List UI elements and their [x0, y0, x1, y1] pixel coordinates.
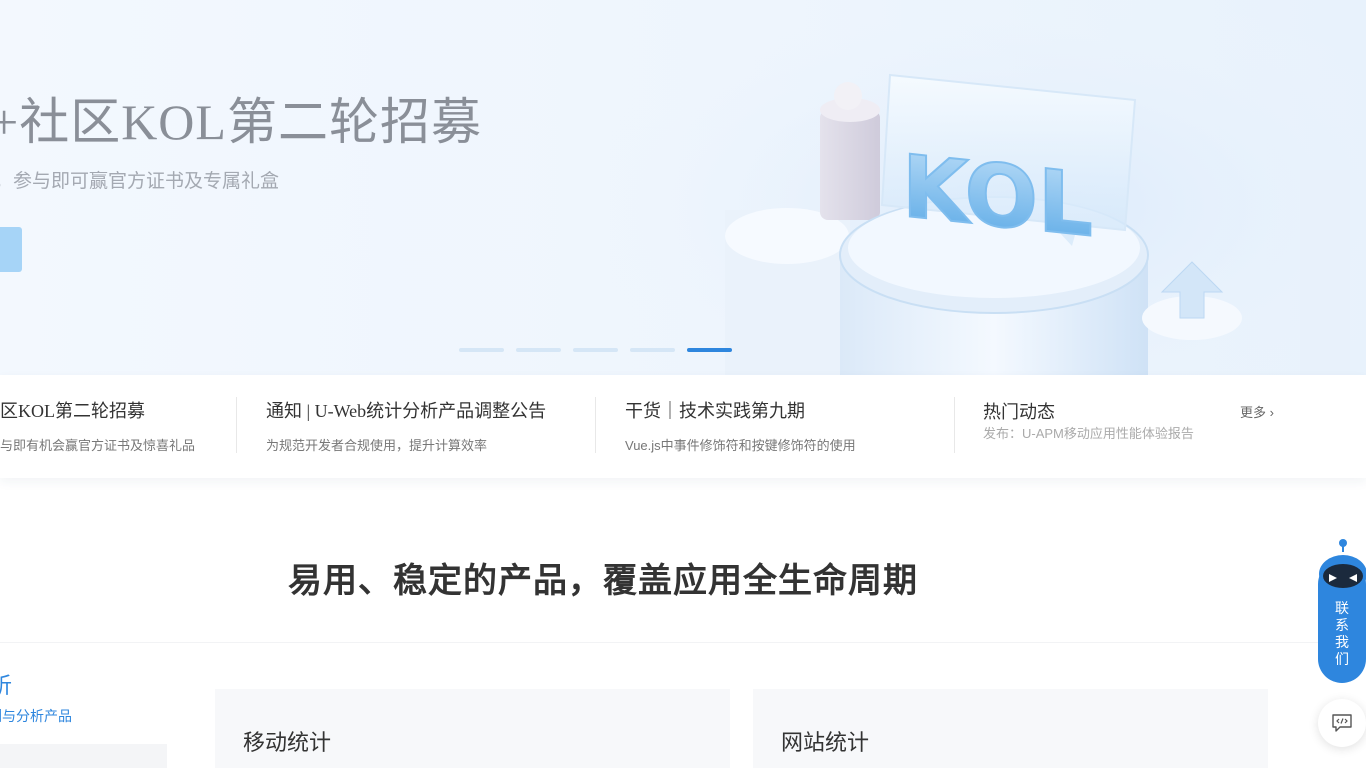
kol-illustration: KOL: [610, 0, 1366, 375]
hero-banner[interactable]: +社区KOL第二轮招募 ，参与即可赢官方证书及专属礼盒 KOL: [0, 0, 1366, 375]
more-link[interactable]: 更多 ›: [1240, 402, 1274, 421]
carousel-dot-1[interactable]: [459, 348, 504, 352]
notice-title: 通知 | U-Web统计分析产品调整公告: [266, 401, 547, 421]
product-tab-item[interactable]: [0, 744, 167, 768]
notice-desc: Vue.js中事件修饰符和按键修饰符的使用: [625, 438, 856, 453]
product-tab-desc: 测与分析产品: [0, 708, 72, 724]
card-title: 移动统计: [243, 730, 332, 755]
notice-item-kol[interactable]: 区KOL第二轮招募 与即有机会赢官方证书及惊喜礼品: [0, 397, 195, 454]
divider: [236, 397, 237, 453]
product-tab-title[interactable]: 析: [0, 668, 12, 700]
notice-desc: 为规范开发者合规使用，提升计算效率: [266, 438, 488, 453]
chevron-right-icon: ›: [1269, 405, 1274, 420]
product-card-web-stats[interactable]: 网站统计: [753, 689, 1268, 768]
code-feedback-button[interactable]: [1318, 699, 1366, 747]
notice-item-uweb[interactable]: 通知 | U-Web统计分析产品调整公告 为规范开发者合规使用，提升计算效率: [266, 397, 546, 454]
section-title: 易用、稳定的产品，覆盖应用全生命周期: [288, 562, 918, 600]
hot-news-ticker[interactable]: 发布：U-APM移动应用性能体验报告: [983, 420, 1223, 440]
carousel-dot-3[interactable]: [573, 348, 618, 352]
notice-title: 区KOL第二轮招募: [0, 401, 145, 421]
contact-robot-label: 联系我们: [1335, 600, 1349, 667]
notice-desc: 与即有机会赢官方证书及惊喜礼品: [0, 438, 196, 453]
hero-subtitle: ，参与即可赢官方证书及专属礼盒: [0, 171, 280, 192]
code-bubble-icon: [1332, 714, 1352, 732]
carousel-dot-5[interactable]: [687, 348, 732, 352]
carousel-indicators: [459, 348, 732, 352]
divider: [595, 397, 596, 453]
page: +社区KOL第二轮招募 ，参与即可赢官方证书及专属礼盒 KOL 区KOL第二轮招…: [0, 0, 1366, 768]
hero-title: +社区KOL第二轮招募: [0, 94, 482, 150]
more-label: 更多: [1240, 405, 1267, 420]
hot-news-item: 发布：U-APM移动应用性能体验报告: [983, 426, 1194, 440]
notice-title: 干货｜技术实践第九期: [625, 401, 805, 421]
card-title: 网站统计: [781, 730, 870, 755]
carousel-dot-4[interactable]: [630, 348, 675, 352]
carousel-dot-2[interactable]: [516, 348, 561, 352]
divider: [954, 397, 955, 453]
svg-text:KOL: KOL: [902, 137, 1093, 257]
hero-cta-button[interactable]: [0, 227, 22, 272]
product-card-mobile-stats[interactable]: 移动统计: [215, 689, 730, 768]
notice-item-tech[interactable]: 干货｜技术实践第九期 Vue.js中事件修饰符和按键修饰符的使用: [625, 397, 856, 454]
divider: [0, 642, 1366, 643]
